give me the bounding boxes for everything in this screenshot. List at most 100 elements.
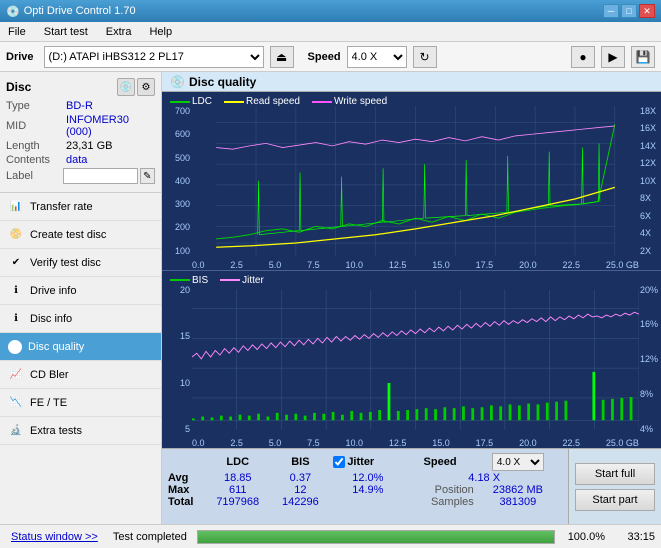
disc-label-btn[interactable]: ✎ — [140, 168, 155, 184]
extra-tests-icon: 🔬 — [8, 423, 24, 439]
create-test-icon: 📀 — [8, 227, 24, 243]
y1-200: 200 — [175, 222, 190, 232]
close-button[interactable]: ✕ — [639, 4, 655, 18]
minimize-button[interactable]: ─ — [603, 4, 619, 18]
y1-700: 700 — [175, 106, 190, 116]
x2-5: 5.0 — [269, 438, 282, 448]
legend-read-speed: Read speed — [224, 96, 300, 107]
toolbar-btn1[interactable]: ● — [571, 46, 595, 68]
content-title: Disc quality — [189, 75, 256, 89]
x1-15: 15.0 — [432, 260, 450, 270]
sidebar-label-fe-te: FE / TE — [30, 397, 67, 409]
stats-col-empty — [168, 452, 204, 472]
drive-label: Drive — [6, 51, 34, 63]
disc-label-input[interactable] — [63, 168, 138, 184]
start-full-button[interactable]: Start full — [575, 463, 655, 485]
y1r-12x: 12X — [640, 158, 656, 168]
status-text: Test completed — [113, 531, 187, 543]
chart2-x-axis: 0.0 2.5 5.0 7.5 10.0 12.5 15.0 17.5 20.0… — [192, 438, 639, 448]
toolbar-btn2[interactable]: ▶ — [601, 46, 625, 68]
disc-icon-btn2[interactable]: ⚙ — [137, 78, 155, 96]
menu-file[interactable]: File — [4, 24, 30, 40]
speed-display-select[interactable]: 4.0 X — [492, 453, 544, 471]
jitter-checkbox-label[interactable]: Jitter — [333, 456, 402, 468]
x1-17.5: 17.5 — [476, 260, 494, 270]
legend-ldc-line — [170, 101, 190, 103]
start-part-button[interactable]: Start part — [575, 489, 655, 511]
sidebar-label-cd-bler: CD Bler — [30, 369, 69, 381]
sidebar-item-verify-test-disc[interactable]: ✔ Verify test disc — [0, 249, 161, 277]
sidebar-label-transfer-rate: Transfer rate — [30, 201, 93, 213]
chart2-svg — [192, 285, 639, 435]
disc-mid-label: MID — [6, 120, 66, 132]
y1-400: 400 — [175, 176, 190, 186]
stats-col-check: Jitter — [329, 452, 406, 472]
y1-600: 600 — [175, 129, 190, 139]
x2-10: 10.0 — [346, 438, 364, 448]
position-label: Position — [406, 484, 473, 496]
sidebar-item-transfer-rate[interactable]: 📊 Transfer rate — [0, 193, 161, 221]
sidebar-item-cd-bler[interactable]: 📈 CD Bler — [0, 361, 161, 389]
jitter-checkbox[interactable] — [333, 456, 345, 468]
y1r-18x: 18X — [640, 106, 656, 116]
avg-label: Avg — [168, 472, 204, 484]
avg-speed: 4.18 X — [406, 472, 562, 484]
disc-contents-row: Contents data — [6, 154, 155, 166]
max-jitter: 14.9% — [329, 484, 406, 496]
toolbar-btn3[interactable]: 💾 — [631, 46, 655, 68]
sidebar-item-disc-info[interactable]: ℹ Disc info — [0, 305, 161, 333]
y2r-16pct: 16% — [640, 319, 658, 329]
legend-read-speed-line — [224, 101, 244, 103]
disc-contents-label: Contents — [6, 154, 66, 166]
app-title: Opti Drive Control 1.70 — [24, 5, 136, 17]
y1r-2x: 2X — [640, 246, 651, 256]
status-time: 33:15 — [615, 531, 655, 543]
stats-table: LDC BIS Jitter Speed — [168, 452, 562, 508]
menu-start-test[interactable]: Start test — [40, 24, 92, 40]
sidebar-item-extra-tests[interactable]: 🔬 Extra tests — [0, 417, 161, 445]
sidebar-item-fe-te[interactable]: 📉 FE / TE — [0, 389, 161, 417]
x2-12.5: 12.5 — [389, 438, 407, 448]
legend-ldc-label: LDC — [192, 96, 212, 107]
sidebar-item-create-test-disc[interactable]: 📀 Create test disc — [0, 221, 161, 249]
y1r-10x: 10X — [640, 176, 656, 186]
disc-mid-value: INFOMER30 (000) — [66, 114, 155, 138]
refresh-button[interactable]: ↻ — [413, 46, 437, 68]
y2r-12pct: 12% — [640, 354, 658, 364]
x2-22.5: 22.5 — [562, 438, 580, 448]
jitter-label-text: Jitter — [347, 456, 374, 468]
total-ldc: 7197968 — [204, 496, 271, 508]
chart1-svg — [192, 106, 639, 256]
chart1-y-right: 18X 16X 14X 12X 10X 8X 6X 4X 2X — [639, 106, 661, 256]
maximize-button[interactable]: □ — [621, 4, 637, 18]
sidebar-item-disc-quality[interactable]: Disc quality — [0, 333, 161, 361]
sidebar-item-drive-info[interactable]: ℹ Drive info — [0, 277, 161, 305]
transfer-rate-icon: 📊 — [8, 199, 24, 215]
legend-jitter-line — [220, 279, 240, 281]
menu-extra[interactable]: Extra — [102, 24, 136, 40]
sidebar-label-extra-tests: Extra tests — [30, 425, 82, 437]
eject-button[interactable]: ⏏ — [270, 46, 294, 68]
disc-length-row: Length 23,31 GB — [6, 140, 155, 152]
x1-5: 5.0 — [269, 260, 282, 270]
right-buttons: Start full Start part — [568, 449, 661, 524]
y1r-16x: 16X — [640, 123, 656, 133]
x1-20: 20.0 — [519, 260, 537, 270]
max-label: Max — [168, 484, 204, 496]
chart1-x-axis: 0.0 2.5 5.0 7.5 10.0 12.5 15.0 17.5 20.0… — [192, 260, 639, 270]
y2-20: 20 — [180, 285, 190, 295]
status-window-button[interactable]: Status window >> — [6, 528, 103, 546]
y2r-8pct: 8% — [640, 389, 653, 399]
content-header: 💿 Disc quality — [162, 72, 661, 92]
disc-type-value: BD-R — [66, 100, 155, 112]
disc-type-row: Type BD-R — [6, 100, 155, 112]
legend-write-speed: Write speed — [312, 96, 387, 107]
drive-select[interactable]: (D:) ATAPI iHBS312 2 PL17 — [44, 46, 264, 68]
progress-bar-container — [197, 530, 555, 544]
disc-icon-btn1[interactable]: 💿 — [117, 78, 135, 96]
menu-help[interactable]: Help — [145, 24, 176, 40]
speed-select[interactable]: 4.0 X — [347, 46, 407, 68]
chart2-wrapper: BIS Jitter — [162, 271, 661, 449]
disc-label-label: Label — [6, 170, 63, 182]
toolbar: Drive (D:) ATAPI iHBS312 2 PL17 ⏏ Speed … — [0, 42, 661, 72]
